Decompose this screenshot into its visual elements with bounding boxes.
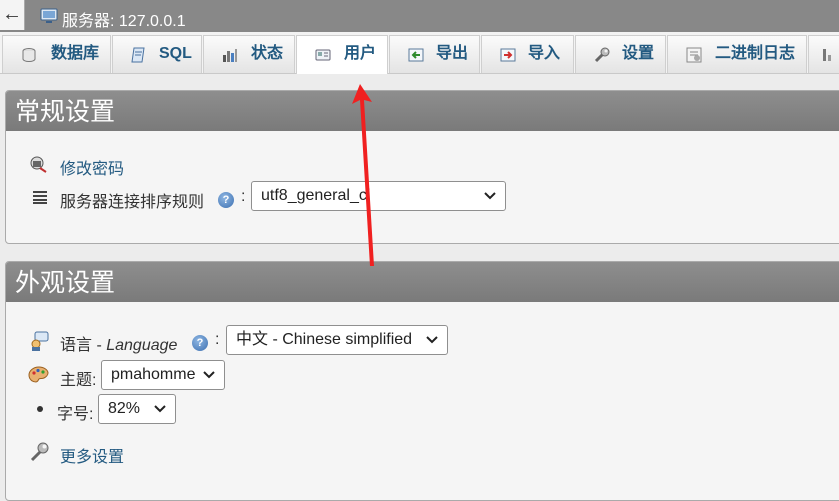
help-icon[interactable]: ?: [192, 335, 208, 351]
tab-export[interactable]: 导出: [389, 35, 480, 73]
tab-label: 导入: [528, 45, 561, 62]
tab-label: 数据库: [51, 45, 100, 62]
collation-icon: [33, 191, 47, 204]
theme-label: 主题:: [60, 372, 97, 389]
status-icon: [223, 49, 237, 62]
server-icon: [40, 8, 58, 23]
panel-heading: 常规设置: [6, 91, 839, 131]
font-size-value: 82%: [108, 400, 141, 417]
tab-users[interactable]: 用户: [296, 35, 388, 74]
tab-more[interactable]: [808, 35, 839, 73]
tab-label: 二进制日志: [715, 45, 796, 62]
language-value: 中文 - Chinese simplified: [236, 331, 413, 348]
annotation-arrow: [352, 84, 374, 266]
theme-value: pmahomme: [111, 366, 196, 383]
tab-label: SQL: [159, 45, 192, 62]
language-label-en: Language: [106, 337, 178, 354]
chevron-down-icon: [203, 371, 215, 379]
collation-help[interactable]: ?: [218, 188, 234, 208]
more-settings-link[interactable]: 更多设置: [60, 443, 124, 467]
tab-status[interactable]: 状态: [203, 35, 295, 73]
panel-heading: 外观设置: [6, 262, 839, 302]
settings-icon: [594, 47, 610, 63]
export-icon: [408, 48, 424, 62]
palette-icon: [28, 366, 49, 383]
language-label: 语言 - Language: [60, 337, 178, 354]
tab-label: 状态: [251, 45, 284, 62]
binlog-icon: [686, 47, 702, 63]
colon: :: [215, 331, 220, 348]
tab-label: 用户: [344, 45, 377, 62]
change-password-icon: [30, 156, 47, 173]
tab-import[interactable]: 导入: [481, 35, 574, 73]
font-size-select[interactable]: 82%: [98, 394, 176, 424]
tab-label: 导出: [436, 45, 469, 62]
server-title[interactable]: 服务器: 127.0.0.1: [62, 7, 186, 31]
collation-label: 服务器连接排序规则: [60, 194, 205, 211]
wrench-icon: [30, 442, 49, 462]
language-icon: [31, 331, 49, 351]
back-button[interactable]: ←: [0, 0, 25, 30]
tab-settings[interactable]: 设置: [575, 35, 666, 73]
chevron-down-icon: [154, 405, 166, 413]
chevron-down-icon: [426, 336, 438, 344]
language-select[interactable]: 中文 - Chinese simplified: [226, 325, 448, 355]
main-tabs: 数据库 SQL 状态 用户 导出 导入 设置 二进制日志: [0, 32, 839, 74]
tab-label: 设置: [622, 45, 655, 62]
font-size-label: 字号:: [57, 406, 94, 423]
language-help[interactable]: ?: [192, 331, 208, 351]
chevron-down-icon: [484, 192, 496, 200]
theme-select[interactable]: pmahomme: [101, 360, 225, 390]
database-icon: [22, 48, 36, 63]
users-icon: [315, 49, 331, 61]
tab-binary-log[interactable]: 二进制日志: [667, 35, 807, 73]
help-icon[interactable]: ?: [218, 192, 234, 208]
tab-databases[interactable]: 数据库: [2, 35, 111, 73]
tab-sql[interactable]: SQL: [112, 35, 202, 73]
import-icon: [500, 48, 516, 62]
sql-icon: [131, 47, 145, 63]
bullet-icon: [37, 406, 43, 412]
server-bar: ← 服务器: 127.0.0.1: [0, 0, 839, 32]
replication-icon: [823, 49, 831, 61]
general-settings-panel: 常规设置: [5, 90, 839, 244]
colon: :: [241, 188, 246, 205]
change-password-link[interactable]: 修改密码: [60, 155, 124, 179]
